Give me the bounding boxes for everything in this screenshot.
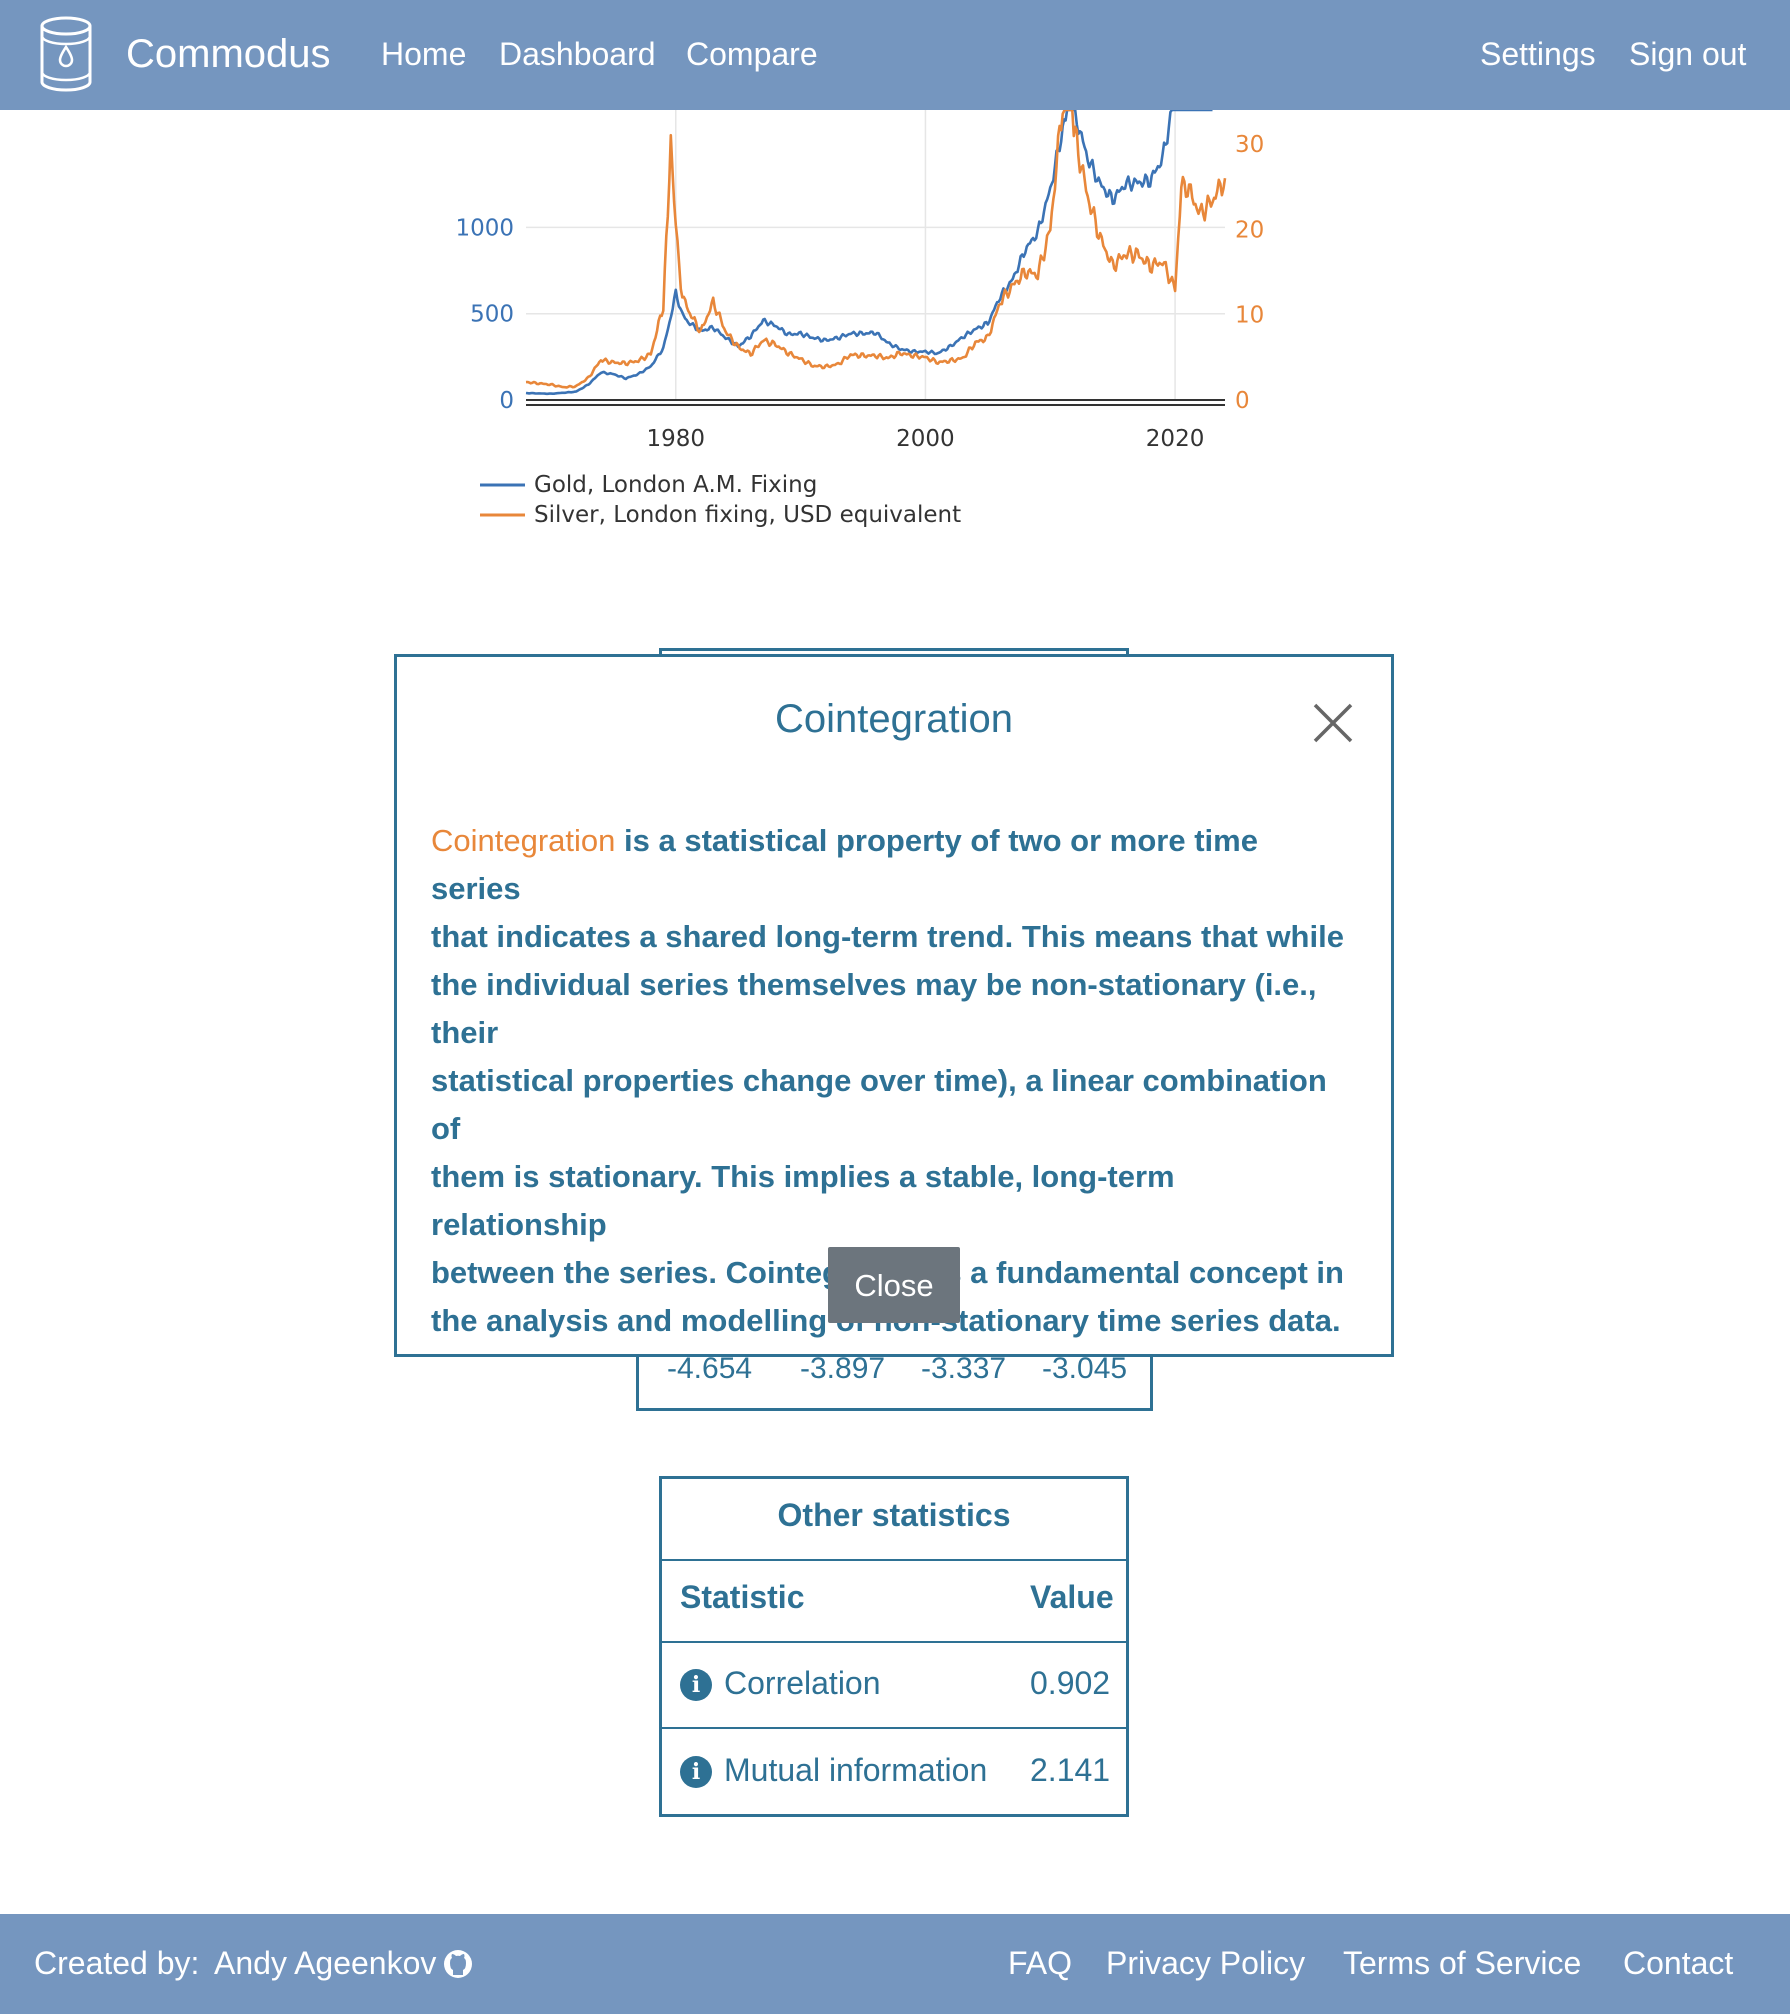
- y-left-tick-label: 0: [499, 388, 514, 414]
- x-tick-label: 2020: [1146, 426, 1205, 452]
- modal-line: statistical properties change over time)…: [431, 1063, 1327, 1146]
- x-tick-label: 1980: [647, 426, 706, 452]
- critical-value-3: -3.337: [921, 1352, 1007, 1385]
- x-tick-label: 2000: [896, 426, 955, 452]
- cointegration-modal: Cointegration Cointegration is a statist…: [394, 654, 1394, 1357]
- legend-label: Gold, London A.M. Fixing: [534, 472, 817, 498]
- y-right-tick-label: 20: [1235, 217, 1264, 243]
- created-by-label: Created by:: [34, 1945, 200, 1981]
- gold-series-line: [525, 108, 1213, 396]
- nav-settings[interactable]: Settings: [1480, 33, 1596, 75]
- y-left-tick-label: 1000: [455, 215, 514, 241]
- other-statistics-table: Other statistics Statistic Value i Corre…: [659, 1476, 1129, 1817]
- footer: Created by: Andy Ageenkov FAQ Privacy Po…: [0, 1914, 1790, 2014]
- stats-title: Other statistics: [777, 1497, 1011, 1533]
- modal-line: that indicates a shared long-term trend.…: [431, 919, 1344, 954]
- divider: [662, 1727, 1126, 1729]
- info-icon[interactable]: i: [680, 1756, 712, 1788]
- nav-dashboard[interactable]: Dashboard: [499, 33, 656, 75]
- price-chart-svg[interactable]: 0 500 1000 0 10 20 30 1980 2000 2020 Gold, London…: [420, 108, 1300, 570]
- stat-label-correlation: Correlation: [724, 1665, 881, 1701]
- stat-value-correlation: 0.902: [1030, 1665, 1111, 1701]
- stat-value-mutual-information: 2.141: [1030, 1752, 1111, 1788]
- navbar: Commodus Home Dashboard Compare Settings…: [0, 0, 1790, 110]
- close-icon[interactable]: [1309, 699, 1357, 747]
- barrel-drop-icon[interactable]: [36, 14, 96, 94]
- modal-title: Cointegration: [775, 697, 1013, 741]
- nav-compare[interactable]: Compare: [686, 33, 818, 75]
- critical-value-4: -3.045: [1042, 1352, 1128, 1385]
- author-link[interactable]: Andy Ageenkov: [214, 1942, 436, 1984]
- critical-value-2: -3.897: [800, 1352, 886, 1385]
- y-right-tick-label: 30: [1235, 132, 1264, 158]
- y-left-tick-label: 500: [470, 302, 514, 328]
- divider: [662, 1641, 1126, 1643]
- footer-privacy-policy[interactable]: Privacy Policy: [1106, 1942, 1305, 1984]
- nav-home[interactable]: Home: [381, 33, 466, 75]
- modal-line: the individual series themselves may be …: [431, 967, 1317, 1050]
- critical-value-1: -4.654: [667, 1352, 753, 1385]
- modal-line: Cointegration is a statistical property …: [431, 817, 1351, 913]
- footer-faq[interactable]: FAQ: [1008, 1942, 1072, 1984]
- legend-label: Silver, London fixing, USD equivalent: [534, 502, 961, 528]
- silver-series-line: [525, 108, 1227, 389]
- stats-header-statistic: Statistic: [680, 1579, 805, 1615]
- brand-link[interactable]: Commodus: [126, 28, 331, 80]
- modal-line: them is stationary. This implies a stabl…: [431, 1159, 1175, 1242]
- cointegration-term: Cointegration: [431, 823, 616, 858]
- price-chart[interactable]: 0 500 1000 0 10 20 30 1980 2000 2020 Gold, London…: [420, 108, 1300, 570]
- y-right-tick-label: 10: [1235, 303, 1264, 329]
- divider: [662, 1559, 1126, 1561]
- nav-sign-out[interactable]: Sign out: [1629, 33, 1746, 75]
- stats-header-value: Value: [1030, 1579, 1114, 1615]
- info-icon[interactable]: i: [680, 1669, 712, 1701]
- footer-contact[interactable]: Contact: [1623, 1942, 1733, 1984]
- y-right-tick-label: 0: [1235, 388, 1250, 414]
- github-icon[interactable]: [442, 1948, 474, 1980]
- footer-terms-of-service[interactable]: Terms of Service: [1343, 1942, 1581, 1984]
- stat-label-mutual-information: Mutual information: [724, 1752, 988, 1788]
- close-button[interactable]: Close: [828, 1247, 960, 1323]
